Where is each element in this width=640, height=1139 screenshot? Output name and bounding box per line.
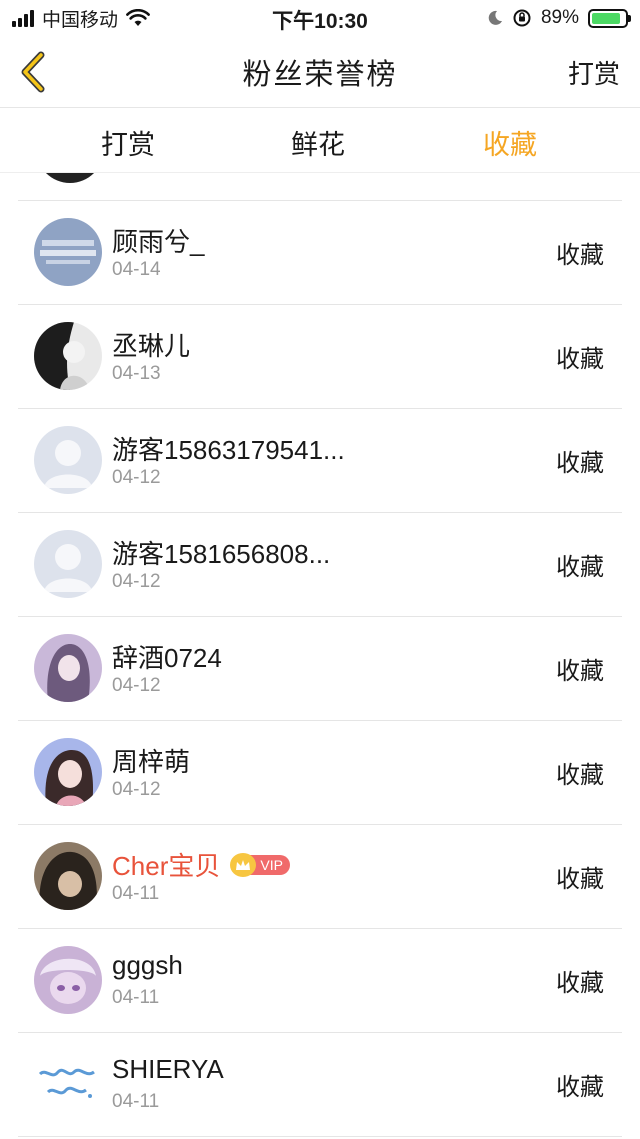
favorite-label: 收藏 [556, 554, 604, 581]
user-name: 辞酒0724 [112, 643, 222, 673]
user-name: gggsh [112, 950, 183, 980]
vip-badge: VIP [230, 852, 290, 877]
fan-list: 顾雨兮_ 04-14 收藏 丞琳儿 04-13 收藏 游客15863179541… [0, 173, 640, 1139]
user-date: 04-11 [112, 1091, 160, 1112]
avatar [36, 173, 104, 183]
tab-reward[interactable]: 打赏 [68, 123, 188, 162]
page-title: 粉丝荣誉榜 [242, 59, 398, 91]
user-name: 顾雨兮_ [112, 227, 205, 257]
moon-icon [488, 10, 502, 25]
user-name: 游客1581656808... [112, 539, 331, 569]
user-date: 04-11 [112, 987, 160, 1008]
avatar [34, 842, 102, 910]
tab-bar: 打赏 鲜花 收藏 [0, 109, 640, 173]
user-name: 丞琳儿 [112, 331, 191, 361]
status-right: 89% [487, 6, 631, 30]
user-name: 周梓萌 [112, 747, 191, 777]
list-item[interactable]: SHIERYA 04-11 收藏 [18, 1033, 622, 1137]
user-name: SHIERYA [112, 1054, 224, 1084]
favorite-label: 收藏 [556, 762, 604, 789]
list-item[interactable]: 辞酒0724 04-12 收藏 [18, 617, 622, 721]
rotation-lock-icon [513, 9, 531, 27]
user-date: 04-12 [112, 675, 161, 696]
favorite-label: 收藏 [556, 866, 604, 893]
favorite-label: 收藏 [556, 658, 604, 685]
avatar [34, 946, 102, 1014]
favorite-label: 收藏 [556, 970, 604, 997]
user-date: 04-11 [112, 883, 160, 904]
list-item[interactable]: 顾雨兮_ 04-14 收藏 [18, 201, 622, 305]
tab-favorites[interactable]: 收藏 [450, 123, 570, 162]
user-date: 04-13 [112, 363, 161, 384]
avatar [34, 1050, 102, 1118]
avatar [34, 322, 102, 390]
list-item[interactable]: 游客1581656808... 04-12 收藏 [18, 513, 622, 617]
default-avatar-icon [34, 530, 102, 598]
avatar [34, 634, 102, 702]
battery-icon [588, 8, 631, 28]
list-item[interactable]: 周梓萌 04-12 收藏 [18, 721, 622, 825]
battery-percent: 89% [540, 7, 579, 28]
reward-button[interactable]: 打赏 [568, 54, 620, 91]
default-avatar-icon [34, 426, 102, 494]
crown-icon [230, 852, 257, 877]
user-date: 04-14 [112, 259, 161, 280]
list-item[interactable]: gggsh 04-11 收藏 [18, 929, 622, 1033]
user-date: 04-12 [112, 571, 161, 592]
nav-bar: 粉丝荣誉榜 打赏 [0, 36, 640, 108]
list-item[interactable]: 丞琳儿 04-13 收藏 [18, 305, 622, 409]
avatar [34, 738, 102, 806]
favorite-label: 收藏 [556, 450, 604, 477]
list-item[interactable]: Cher宝贝 VIP 04-11 收藏 [18, 825, 622, 929]
user-date: 04-12 [112, 467, 161, 488]
favorite-label: 收藏 [556, 242, 604, 269]
list-item[interactable]: 游客15863179541... 04-12 收藏 [18, 409, 622, 513]
user-date: 04-12 [112, 779, 161, 800]
avatar [34, 218, 102, 286]
favorite-label: 收藏 [556, 1074, 604, 1101]
status-bar: 中国移动 下午10:30 89% [0, 0, 640, 36]
user-name: 游客15863179541... [112, 435, 345, 465]
tab-flowers[interactable]: 鲜花 [258, 123, 378, 162]
user-name: Cher宝贝 VIP [112, 846, 290, 883]
favorite-label: 收藏 [556, 346, 604, 373]
